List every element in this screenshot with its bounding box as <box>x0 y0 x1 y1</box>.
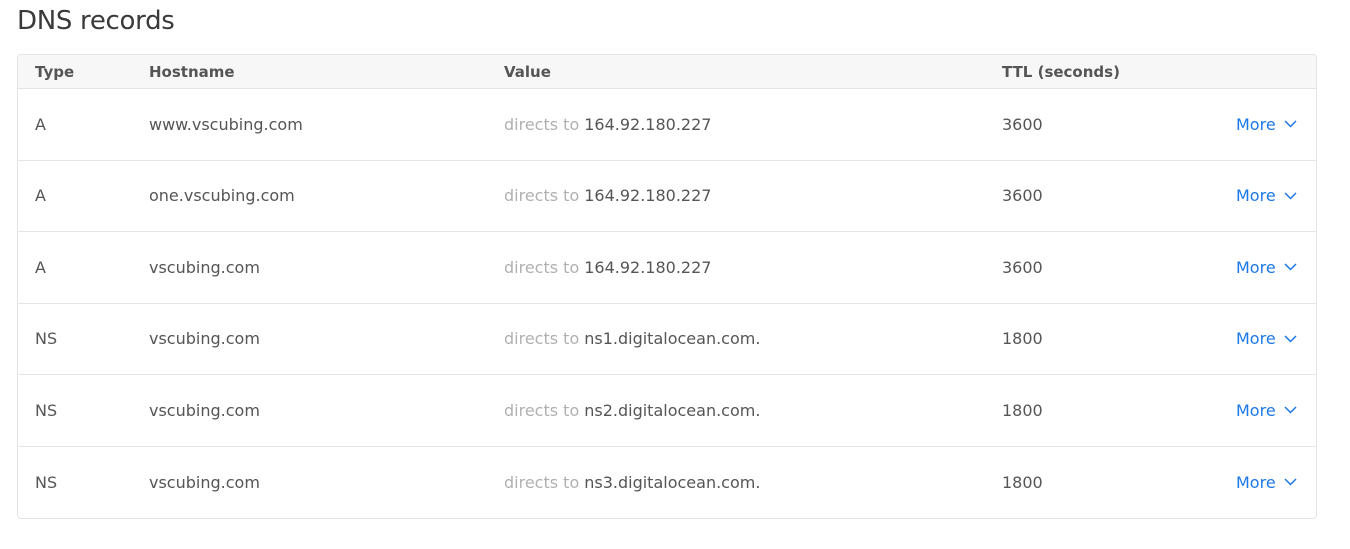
table-row: A one.vscubing.com directs to 164.92.180… <box>18 161 1316 232</box>
more-label: More <box>1236 329 1276 349</box>
more-label: More <box>1236 400 1276 420</box>
record-hostname: vscubing.com <box>149 472 260 492</box>
record-ttl: 1800 <box>1002 329 1043 349</box>
more-label: More <box>1236 186 1276 206</box>
record-value-cell: directs to ns2.digitalocean.com. <box>504 375 760 446</box>
record-value-prefix: directs to <box>504 114 580 134</box>
record-hostname: one.vscubing.com <box>149 186 295 206</box>
more-button[interactable]: More <box>1236 329 1297 348</box>
record-hostname: vscubing.com <box>149 400 260 420</box>
record-value: ns3.digitalocean.com. <box>584 472 761 492</box>
more-label: More <box>1236 114 1276 134</box>
more-cell: More <box>1236 161 1297 232</box>
record-value-cell: directs to 164.92.180.227 <box>504 232 711 303</box>
more-button[interactable]: More <box>1236 115 1297 134</box>
record-value: 164.92.180.227 <box>584 186 712 206</box>
record-value-cell: directs to 164.92.180.227 <box>504 161 711 232</box>
table-row: A www.vscubing.com directs to 164.92.180… <box>18 89 1316 161</box>
record-type: A <box>35 114 46 134</box>
table-row: NS vscubing.com directs to ns3.digitaloc… <box>18 447 1316 519</box>
more-button[interactable]: More <box>1236 258 1297 277</box>
record-value-prefix: directs to <box>504 472 580 492</box>
record-ttl: 3600 <box>1002 186 1043 206</box>
record-hostname: vscubing.com <box>149 329 260 349</box>
record-type: NS <box>35 400 58 420</box>
record-hostname: www.vscubing.com <box>149 114 303 134</box>
table-header: Type Hostname Value TTL (seconds) <box>18 55 1316 89</box>
column-header-value: Value <box>504 63 551 81</box>
chevron-down-icon <box>1284 335 1297 343</box>
record-value-prefix: directs to <box>504 186 580 206</box>
chevron-down-icon <box>1284 478 1297 486</box>
chevron-down-icon <box>1284 406 1297 414</box>
dns-records-table: Type Hostname Value TTL (seconds) A www.… <box>17 54 1317 519</box>
chevron-down-icon <box>1284 192 1297 200</box>
record-ttl: 1800 <box>1002 400 1043 420</box>
more-label: More <box>1236 257 1276 277</box>
table-row: NS vscubing.com directs to ns1.digitaloc… <box>18 304 1316 375</box>
table-row: NS vscubing.com directs to ns2.digitaloc… <box>18 375 1316 447</box>
record-value-prefix: directs to <box>504 400 580 420</box>
chevron-down-icon <box>1284 263 1297 271</box>
record-value-cell: directs to 164.92.180.227 <box>504 89 711 160</box>
more-cell: More <box>1236 375 1297 446</box>
record-value: 164.92.180.227 <box>584 114 712 134</box>
record-ttl: 1800 <box>1002 472 1043 492</box>
record-type: NS <box>35 329 58 349</box>
record-value: ns2.digitalocean.com. <box>584 400 761 420</box>
table-row: A vscubing.com directs to 164.92.180.227… <box>18 232 1316 304</box>
record-type: A <box>35 257 46 277</box>
more-cell: More <box>1236 89 1297 160</box>
record-ttl: 3600 <box>1002 257 1043 277</box>
chevron-down-icon <box>1284 120 1297 128</box>
more-button[interactable]: More <box>1236 401 1297 420</box>
more-button[interactable]: More <box>1236 186 1297 205</box>
more-cell: More <box>1236 447 1297 519</box>
record-value: ns1.digitalocean.com. <box>584 329 761 349</box>
column-header-type: Type <box>35 63 75 81</box>
page-title: DNS records <box>17 6 175 36</box>
record-value: 164.92.180.227 <box>584 257 712 277</box>
record-value-prefix: directs to <box>504 257 580 277</box>
column-header-hostname: Hostname <box>149 63 235 81</box>
column-header-ttl: TTL (seconds) <box>1002 63 1120 81</box>
record-type: NS <box>35 472 58 492</box>
record-type: A <box>35 186 46 206</box>
more-label: More <box>1236 472 1276 492</box>
record-value-cell: directs to ns1.digitalocean.com. <box>504 304 760 375</box>
record-value-prefix: directs to <box>504 329 580 349</box>
record-hostname: vscubing.com <box>149 257 260 277</box>
more-cell: More <box>1236 304 1297 375</box>
more-button[interactable]: More <box>1236 473 1297 492</box>
more-cell: More <box>1236 232 1297 303</box>
record-ttl: 3600 <box>1002 114 1043 134</box>
record-value-cell: directs to ns3.digitalocean.com. <box>504 447 760 519</box>
